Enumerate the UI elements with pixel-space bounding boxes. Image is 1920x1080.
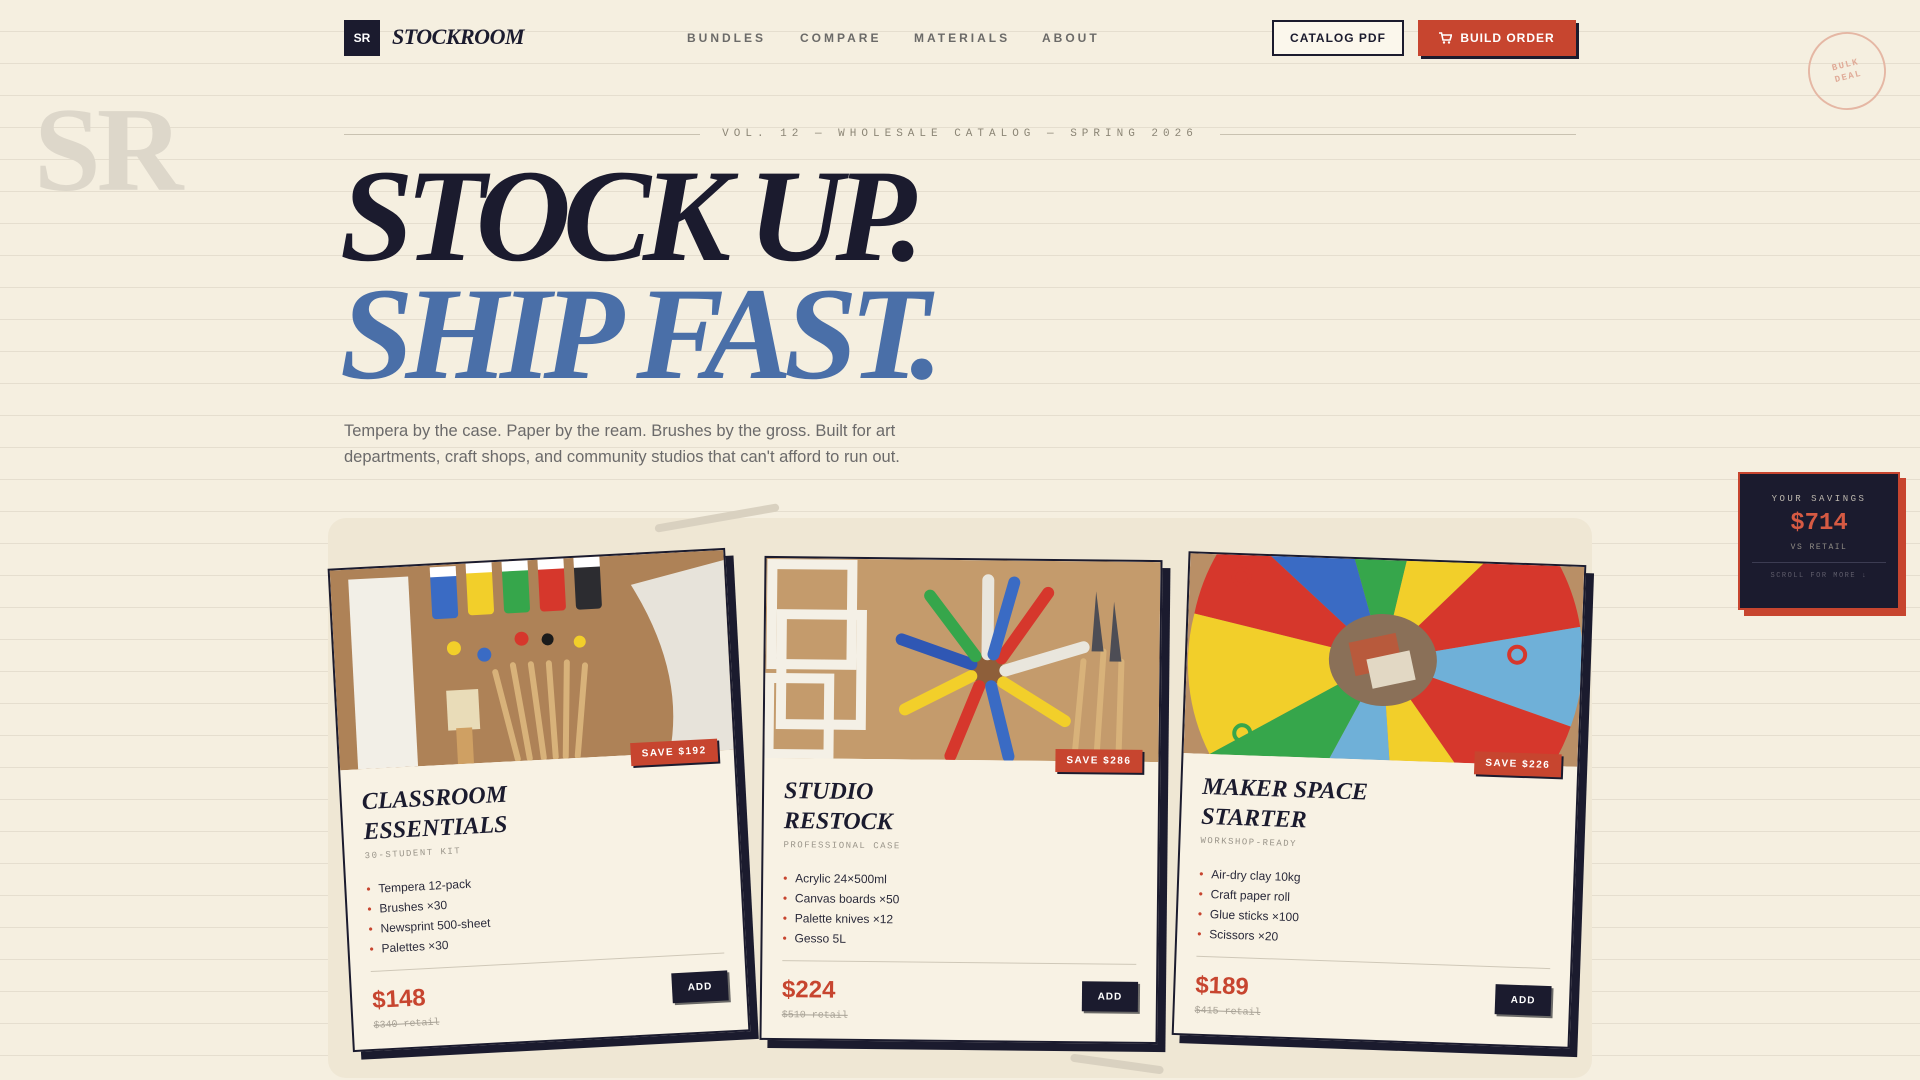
product-image-acrylics: [764, 557, 1161, 763]
list-item: Acrylic 24×500ml: [783, 868, 900, 889]
nav-materials[interactable]: MATERIALS: [914, 31, 1010, 45]
save-badge: SAVE $286: [1055, 748, 1143, 773]
savings-sub: VS RETAIL: [1790, 543, 1848, 552]
kicker-rule-right: [1202, 134, 1576, 135]
kicker-rule-left: [344, 134, 718, 135]
product-image-craft-paper: [1183, 553, 1585, 767]
bundle-title: MAKER SPACE STARTER: [1201, 772, 1503, 842]
nav-compare[interactable]: COMPARE: [800, 31, 881, 45]
add-to-order-button[interactable]: ADD: [1081, 981, 1139, 1012]
list-item: Gesso 5L: [782, 928, 899, 949]
sr-watermark: SR: [34, 83, 183, 216]
build-order-button[interactable]: BUILD ORDER: [1418, 20, 1576, 56]
bundle-subtitle: PROFESSIONAL CASE: [783, 840, 901, 852]
bundle-contents-list: Air-dry clay 10kg Craft paper roll Glue …: [1197, 864, 1301, 947]
catalog-kicker: VOL. 12 — WHOLESALE CATALOG — SPRING 202…: [700, 128, 1220, 140]
bundle-contents-list: Tempera 12-pack Brushes ×30 Newsprint 50…: [366, 873, 492, 959]
cart-icon: [1439, 32, 1453, 44]
savings-widget: YOUR SAVINGS $714 VS RETAIL SCROLL FOR M…: [1738, 472, 1900, 610]
bundle-price: $148: [371, 984, 427, 1014]
bundle-title-line-2: RESTOCK: [783, 808, 893, 836]
card-divider: [1196, 955, 1551, 970]
bundle-title-line-1: STUDIO: [783, 778, 874, 806]
hero-headline-line-2: SHIP FAST.: [340, 260, 943, 407]
list-item: Canvas boards ×50: [783, 888, 900, 909]
bundle-subtitle: 30-STUDENT KIT: [364, 846, 462, 862]
product-image-paints: [329, 550, 734, 771]
add-to-order-button[interactable]: ADD: [671, 970, 729, 1004]
list-item: Scissors ×20: [1197, 924, 1299, 948]
build-order-label: BUILD ORDER: [1460, 31, 1555, 45]
retail-price: $340 retail: [373, 1017, 440, 1032]
bundle-subtitle: WORKSHOP-READY: [1200, 835, 1298, 850]
bulk-deal-stamp: BULK DEAL: [1799, 23, 1895, 119]
bundle-title: STUDIO RESTOCK: [784, 776, 1085, 839]
brand-name[interactable]: STOCKROOM: [392, 24, 525, 50]
scroll-hint: SCROLL FOR MORE ↓: [1770, 572, 1868, 580]
hero-lede: Tempera by the case. Paper by the ream. …: [344, 422, 900, 466]
nav-bundles[interactable]: BUNDLES: [687, 31, 766, 45]
add-to-order-button[interactable]: ADD: [1494, 984, 1552, 1017]
savings-amount: $714: [1790, 510, 1848, 537]
bundle-card-maker[interactable]: SAVE $226 MAKER SPACE STARTER WORKSHOP-R…: [1171, 551, 1587, 1049]
bundle-card-studio[interactable]: SAVE $286 STUDIO RESTOCK PROFESSIONAL CA…: [759, 555, 1163, 1045]
list-item: Palette knives ×12: [783, 908, 900, 929]
nav-about[interactable]: ABOUT: [1042, 31, 1100, 45]
card-divider: [782, 960, 1137, 965]
retail-price: $510 retail: [781, 1010, 848, 1022]
bundle-price: $224: [781, 976, 836, 1004]
save-badge: SAVE $192: [630, 738, 719, 767]
savings-divider: [1752, 562, 1886, 563]
save-badge: SAVE $226: [1473, 751, 1562, 778]
bundle-price: $189: [1194, 971, 1250, 1001]
bundle-title: CLASSROOM ESSENTIALS: [361, 772, 664, 848]
bundle-contents-list: Acrylic 24×500ml Canvas boards ×50 Palet…: [782, 868, 899, 949]
savings-label: YOUR SAVINGS: [1771, 494, 1867, 504]
catalog-pdf-label: CATALOG PDF: [1290, 31, 1386, 45]
bundle-card-classroom[interactable]: SAVE $192 CLASSROOM ESSENTIALS 30-STUDEN…: [327, 547, 751, 1053]
logo-mark[interactable]: SR: [344, 20, 380, 56]
catalog-pdf-button[interactable]: CATALOG PDF: [1272, 20, 1404, 56]
retail-price: $415 retail: [1194, 1005, 1261, 1019]
